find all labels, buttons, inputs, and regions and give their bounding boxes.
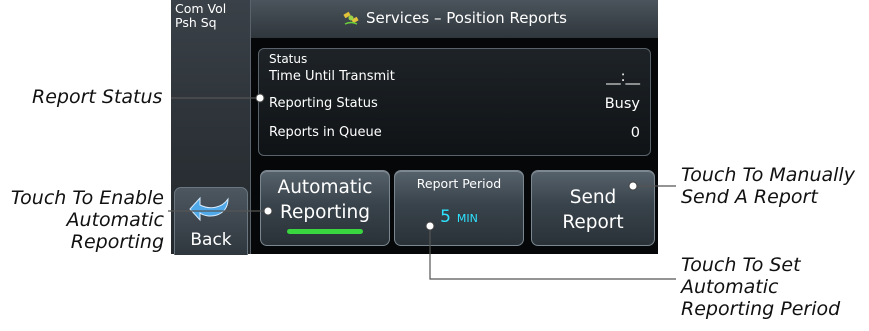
callout-manual-send: Touch To Manually Send A Report bbox=[681, 164, 855, 208]
callout-set-period: Touch To Set Automatic Reporting Period bbox=[681, 254, 841, 320]
report-status-callout-dot bbox=[255, 93, 265, 103]
auto-reporting-callout-dot bbox=[263, 206, 273, 216]
report-period-callout-dot bbox=[425, 221, 435, 231]
callout-enable-auto-reporting: Touch To Enable Automatic Reporting bbox=[10, 187, 164, 253]
callout-report-status: Report Status bbox=[32, 86, 163, 108]
send-report-callout-dot bbox=[628, 181, 638, 191]
